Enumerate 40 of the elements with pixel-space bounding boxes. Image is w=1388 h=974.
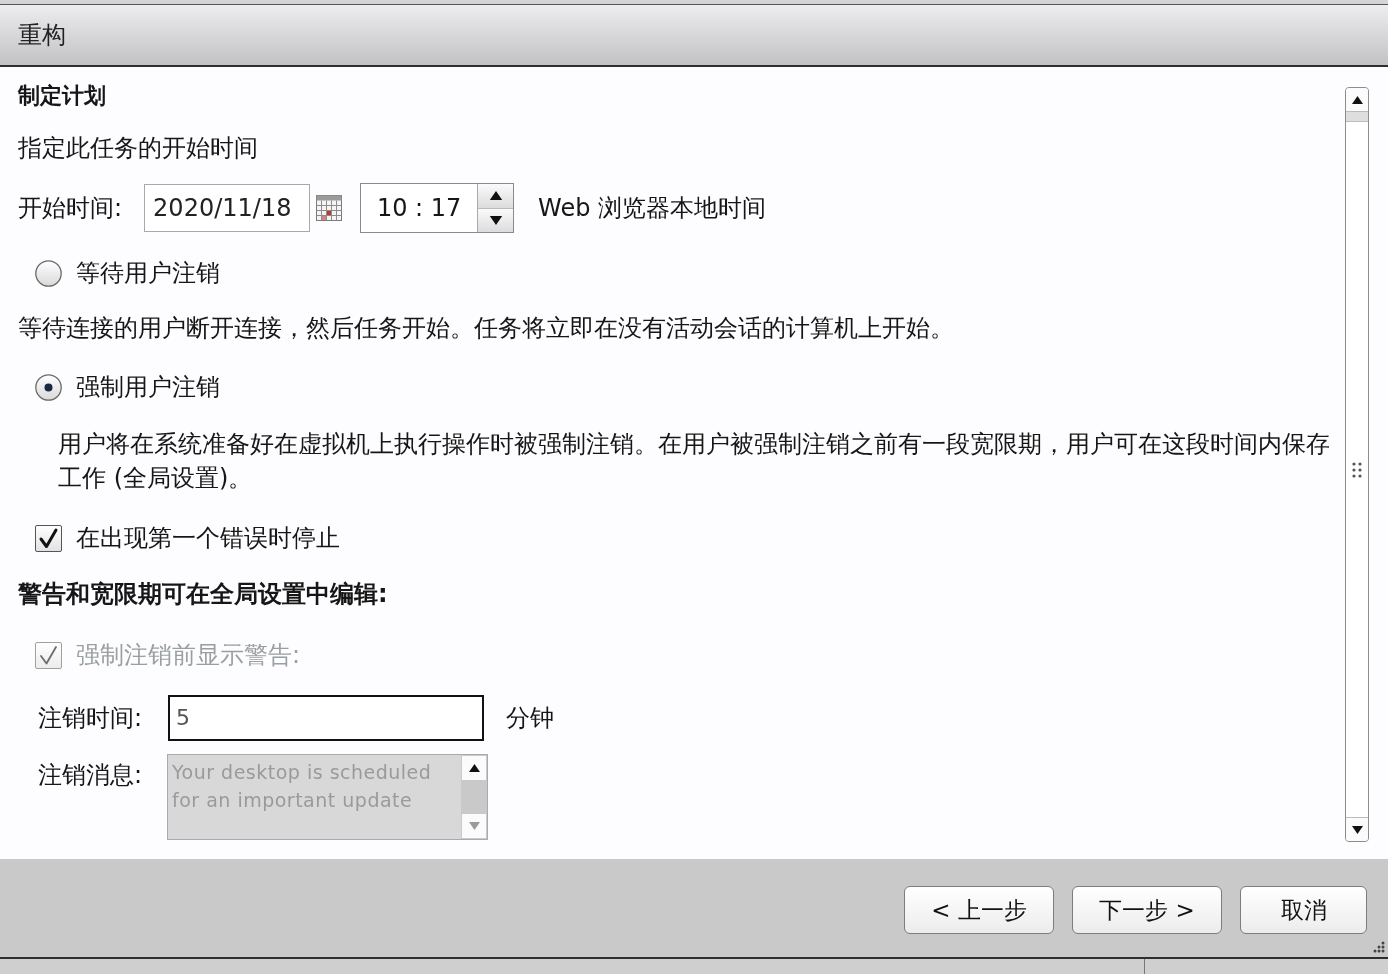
checkbox[interactable] [35, 524, 62, 552]
time-value: 10 : 17 [375, 193, 463, 224]
scroll-thumb[interactable] [1346, 121, 1368, 817]
field-label: 注销消息: [37, 760, 144, 791]
option-label: 强制用户注销 [76, 372, 220, 403]
up-triangle-icon [488, 191, 503, 201]
date-field[interactable]: 2020/11/18 [144, 184, 311, 232]
resize-grip-icon[interactable] [1371, 940, 1385, 954]
back-button[interactable]: < 上一步 [904, 886, 1054, 934]
checkbox-label: 在出现第一个错误时停止 [76, 523, 340, 554]
time-field[interactable]: 10 : 17 [360, 183, 515, 233]
grip-icon [1352, 461, 1362, 478]
option-label: 等待用户注销 [76, 258, 220, 289]
decrement-button[interactable] [478, 208, 514, 232]
input-field[interactable]: 5 [168, 694, 484, 741]
message-text: Your desktop is scheduled for an important update [171, 760, 433, 813]
scroll-up-button[interactable] [1346, 88, 1368, 112]
section-heading: 警告和宽限期可在全局设置中编辑: [18, 579, 388, 610]
section-heading: 制定计划 [18, 81, 106, 110]
option-description: 等待连接的用户断开连接，然后任务开始。任务将立即在没有活动会话的计算机上开始。 [18, 313, 954, 344]
checkbox-label: 强制注销前显示警告: [76, 640, 301, 671]
up-triangle-icon [468, 764, 480, 772]
up-triangle-icon [1351, 95, 1363, 104]
radio-button[interactable] [35, 373, 62, 401]
increment-button[interactable] [478, 184, 514, 209]
unit-text: 分钟 [506, 702, 554, 734]
down-triangle-icon [488, 215, 503, 225]
down-triangle-icon [468, 822, 480, 830]
field-label: 注销时间: [37, 702, 144, 734]
field-label: 开始时间: [18, 193, 123, 224]
next-button[interactable]: 下一步 > [1072, 886, 1222, 934]
option-description: 用户将在系统准备好在虚拟机上执行操作时被强制注销。在用户被强制注销之前有一段宽限期，用户可在这段时间内保存工作 (全局设置)。 [58, 430, 1330, 492]
radio-button[interactable] [35, 259, 62, 287]
timezone-text: Web 浏览器本地时间 [538, 193, 767, 224]
cancel-button[interactable]: 取消 [1240, 886, 1367, 934]
calendar-icon[interactable] [316, 195, 343, 221]
scroll-down-button[interactable] [1346, 817, 1368, 841]
down-triangle-icon [1351, 825, 1363, 834]
window-title: 重构 [18, 20, 66, 51]
caption-text: 指定此任务的开始时间 [18, 133, 258, 164]
